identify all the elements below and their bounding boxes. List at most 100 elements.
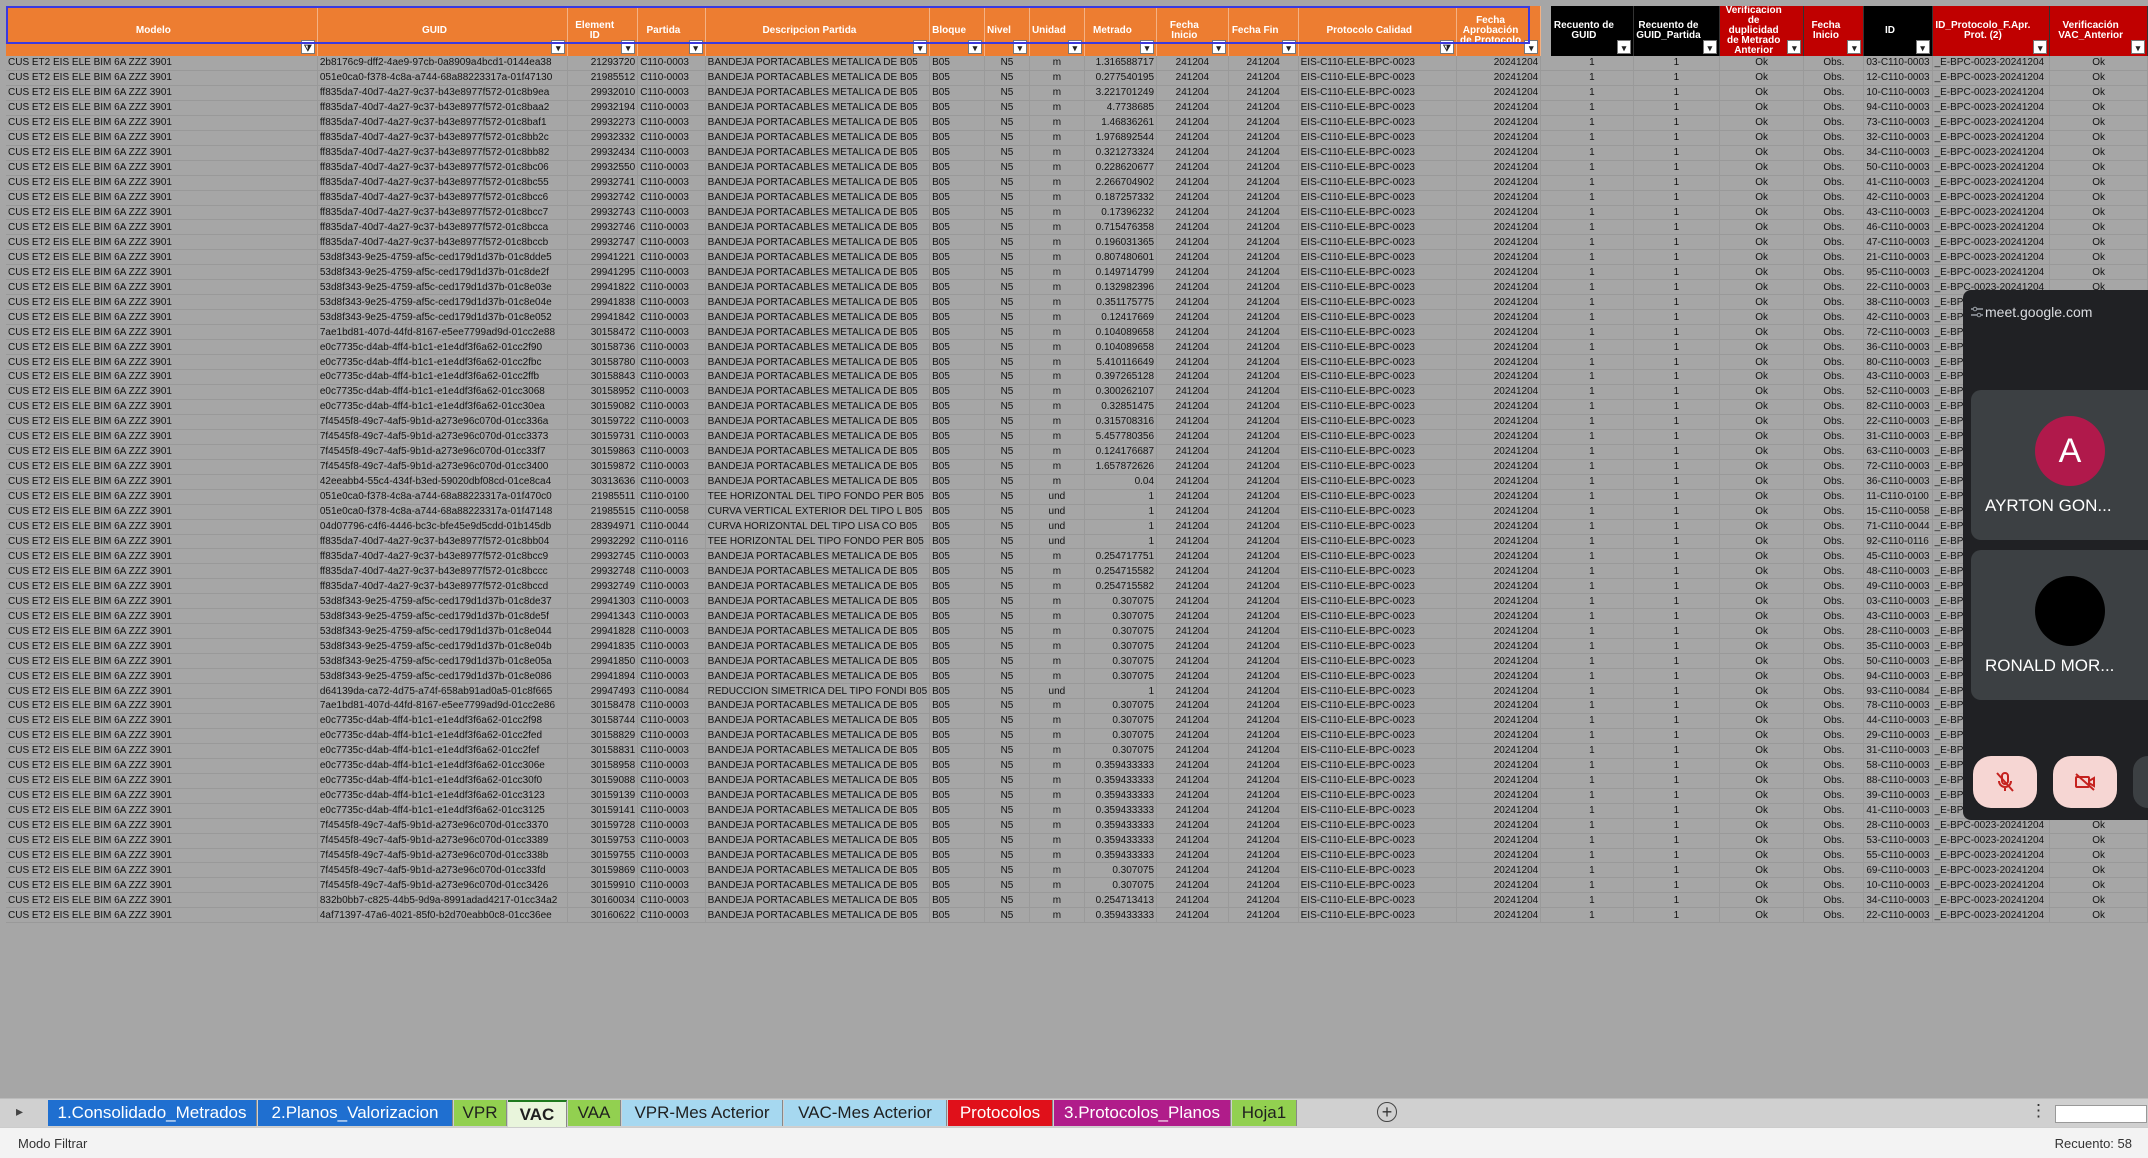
table-cell[interactable]: 29932292 (567, 534, 639, 550)
table-row[interactable]: CUS ET2 EIS ELE BIM 6A ZZZ 3901 d64139da-… (6, 683, 2148, 699)
table-cell[interactable]: C110-0003 (637, 638, 706, 655)
table-cell[interactable]: Ok (1719, 339, 1805, 356)
table-row[interactable]: CUS ET2 EIS ELE BIM 6A ZZZ 3901 051e0ca0-… (6, 70, 2148, 86)
table-cell[interactable]: 3.221701249 (1084, 85, 1158, 101)
table-cell[interactable]: 20241204 (1456, 728, 1542, 744)
table-cell[interactable]: 0.307075 (1084, 698, 1158, 714)
table-cell[interactable]: B05 (929, 534, 986, 550)
table-row[interactable]: CUS ET2 EIS ELE BIM 6A ZZZ 3901 7ae1bd81-… (6, 324, 2148, 341)
table-cell[interactable]: und (1029, 683, 1085, 699)
table-cell[interactable]: C110-0003 (637, 234, 706, 251)
table-cell[interactable]: N5 (984, 578, 1030, 595)
table-cell[interactable]: 241204 (1228, 608, 1299, 625)
table-cell[interactable]: 241204 (1156, 713, 1229, 729)
table-cell[interactable]: CUS ET2 EIS ELE BIM 6A ZZZ 3901 (6, 833, 318, 849)
table-cell[interactable]: B05 (929, 728, 986, 744)
table-cell[interactable]: CUS ET2 EIS ELE BIM 6A ZZZ 3901 (6, 205, 318, 221)
table-cell[interactable]: 1 (1550, 294, 1634, 311)
table-cell[interactable]: ff835da7-40d7-4a27-9c37-b43e8977f572-01c… (317, 160, 569, 176)
table-cell[interactable]: C110-0003 (637, 429, 706, 445)
table-cell[interactable]: 1 (1550, 653, 1634, 670)
table-cell[interactable]: N5 (984, 190, 1030, 206)
table-cell[interactable]: N5 (984, 593, 1030, 610)
table-cell[interactable]: B05 (929, 833, 986, 849)
table-cell[interactable]: BANDEJA PORTACABLES METALICA DE B05 (705, 563, 931, 580)
table-cell[interactable]: 241204 (1228, 504, 1299, 520)
table-cell[interactable]: 22-C110-0003 (1863, 279, 1933, 296)
table-cell[interactable]: EIS-C110-ELE-BPC-0023 (1298, 309, 1457, 326)
table-row[interactable]: CUS ET2 EIS ELE BIM 6A ZZZ 3901 ff835da7-… (6, 190, 2148, 206)
table-cell[interactable]: Ok (1719, 818, 1805, 834)
table-cell[interactable]: CUS ET2 EIS ELE BIM 6A ZZZ 3901 (6, 444, 318, 460)
table-cell[interactable]: Ok (2049, 100, 2148, 116)
table-cell[interactable]: C110-0003 (637, 309, 706, 326)
table-cell[interactable]: 241204 (1228, 788, 1299, 804)
table-cell[interactable]: B05 (929, 309, 986, 326)
table-cell[interactable]: 31-C110-0003 (1863, 743, 1933, 759)
table-cell[interactable]: CUS ET2 EIS ELE BIM 6A ZZZ 3901 (6, 384, 318, 400)
table-cell[interactable]: BANDEJA PORTACABLES METALICA DE B05 (705, 160, 931, 176)
table-cell[interactable]: 58-C110-0003 (1863, 758, 1933, 774)
table-cell[interactable]: Ok (2049, 145, 2148, 161)
table-row[interactable]: CUS ET2 EIS ELE BIM 6A ZZZ 3901 e0c7735c-… (6, 773, 2148, 789)
table-cell[interactable]: CUS ET2 EIS ELE BIM 6A ZZZ 3901 (6, 803, 318, 819)
table-cell[interactable]: N5 (984, 638, 1030, 655)
column-header[interactable]: Fecha Inicio ▾ (1156, 6, 1229, 56)
table-cell[interactable]: 30158829 (567, 728, 639, 744)
table-cell[interactable]: 0.196031365 (1084, 234, 1158, 251)
table-cell[interactable]: 1.976892544 (1084, 130, 1158, 146)
table-cell[interactable]: Ok (2049, 115, 2148, 131)
table-cell[interactable]: 1 (1550, 623, 1634, 640)
table-cell[interactable]: CUS ET2 EIS ELE BIM 6A ZZZ 3901 (6, 85, 318, 101)
table-cell[interactable]: 1 (1550, 369, 1634, 385)
table-cell[interactable]: 241204 (1156, 593, 1229, 610)
table-cell[interactable]: 241204 (1228, 818, 1299, 834)
table-cell[interactable]: N5 (984, 309, 1030, 326)
table-row[interactable]: CUS ET2 EIS ELE BIM 6A ZZZ 3901 ff835da7-… (6, 100, 2148, 116)
table-cell[interactable]: 241204 (1228, 369, 1299, 385)
table-cell[interactable]: 10-C110-0003 (1863, 85, 1933, 101)
table-cell[interactable]: C110-0003 (637, 130, 706, 146)
table-cell[interactable]: 0.359433333 (1084, 758, 1158, 774)
table-cell[interactable]: 30158472 (567, 324, 639, 341)
table-cell[interactable]: und (1029, 504, 1085, 520)
table-cell[interactable]: m (1029, 384, 1085, 400)
table-cell[interactable]: BANDEJA PORTACABLES METALICA DE B05 (705, 115, 931, 131)
table-cell[interactable]: CUS ET2 EIS ELE BIM 6A ZZZ 3901 (6, 354, 318, 371)
table-cell[interactable]: 1 (1633, 623, 1720, 640)
table-cell[interactable]: 0.307075 (1084, 728, 1158, 744)
table-cell[interactable]: e0c7735c-d4ab-4ff4-b1c1-e1e4df3f6a62-01c… (317, 758, 569, 774)
table-cell[interactable]: EIS-C110-ELE-BPC-0023 (1298, 743, 1457, 759)
table-cell[interactable]: CUS ET2 EIS ELE BIM 6A ZZZ 3901 (6, 160, 318, 176)
table-cell[interactable]: 241204 (1156, 70, 1229, 86)
table-cell[interactable]: d64139da-ca72-4d75-a74f-658ab91ad0a5-01c… (317, 683, 569, 699)
table-cell[interactable]: CUS ET2 EIS ELE BIM 6A ZZZ 3901 (6, 534, 318, 550)
table-cell[interactable]: 0.307075 (1084, 608, 1158, 625)
table-cell[interactable]: Ok (2049, 833, 2148, 849)
table-cell[interactable]: 241204 (1156, 100, 1229, 116)
table-cell[interactable]: EIS-C110-ELE-BPC-0023 (1298, 279, 1457, 296)
table-cell[interactable]: BANDEJA PORTACABLES METALICA DE B05 (705, 175, 931, 191)
table-cell[interactable]: CUS ET2 EIS ELE BIM 6A ZZZ 3901 (6, 818, 318, 834)
filter-dropdown-icon[interactable]: ▾ (688, 40, 703, 54)
table-cell[interactable]: 29947493 (567, 683, 639, 699)
table-cell[interactable]: 20241204 (1456, 115, 1542, 131)
table-cell[interactable]: 0.307075 (1084, 623, 1158, 640)
table-row[interactable]: CUS ET2 EIS ELE BIM 6A ZZZ 3901 53d8f343-… (6, 309, 2148, 326)
table-cell[interactable]: Obs. (1803, 653, 1865, 670)
table-cell[interactable]: B05 (929, 354, 986, 371)
table-cell[interactable]: 5.457780356 (1084, 429, 1158, 445)
table-cell[interactable]: m (1029, 773, 1085, 789)
table-cell[interactable]: Ok (2049, 862, 2148, 879)
table-cell[interactable]: 0.315708316 (1084, 414, 1158, 430)
table-row[interactable]: CUS ET2 EIS ELE BIM 6A ZZZ 3901 7ae1bd81-… (6, 698, 2148, 714)
table-cell[interactable]: 241204 (1156, 369, 1229, 385)
table-cell[interactable]: B05 (929, 85, 986, 101)
table-cell[interactable]: 20241204 (1456, 160, 1542, 176)
table-cell[interactable]: N5 (984, 788, 1030, 804)
table-cell[interactable]: e0c7735c-d4ab-4ff4-b1c1-e1e4df3f6a62-01c… (317, 384, 569, 400)
table-cell[interactable]: 20241204 (1456, 190, 1542, 206)
table-cell[interactable]: N5 (984, 369, 1030, 385)
table-cell[interactable]: 20241204 (1456, 145, 1542, 161)
table-cell[interactable]: 29932741 (567, 175, 639, 191)
